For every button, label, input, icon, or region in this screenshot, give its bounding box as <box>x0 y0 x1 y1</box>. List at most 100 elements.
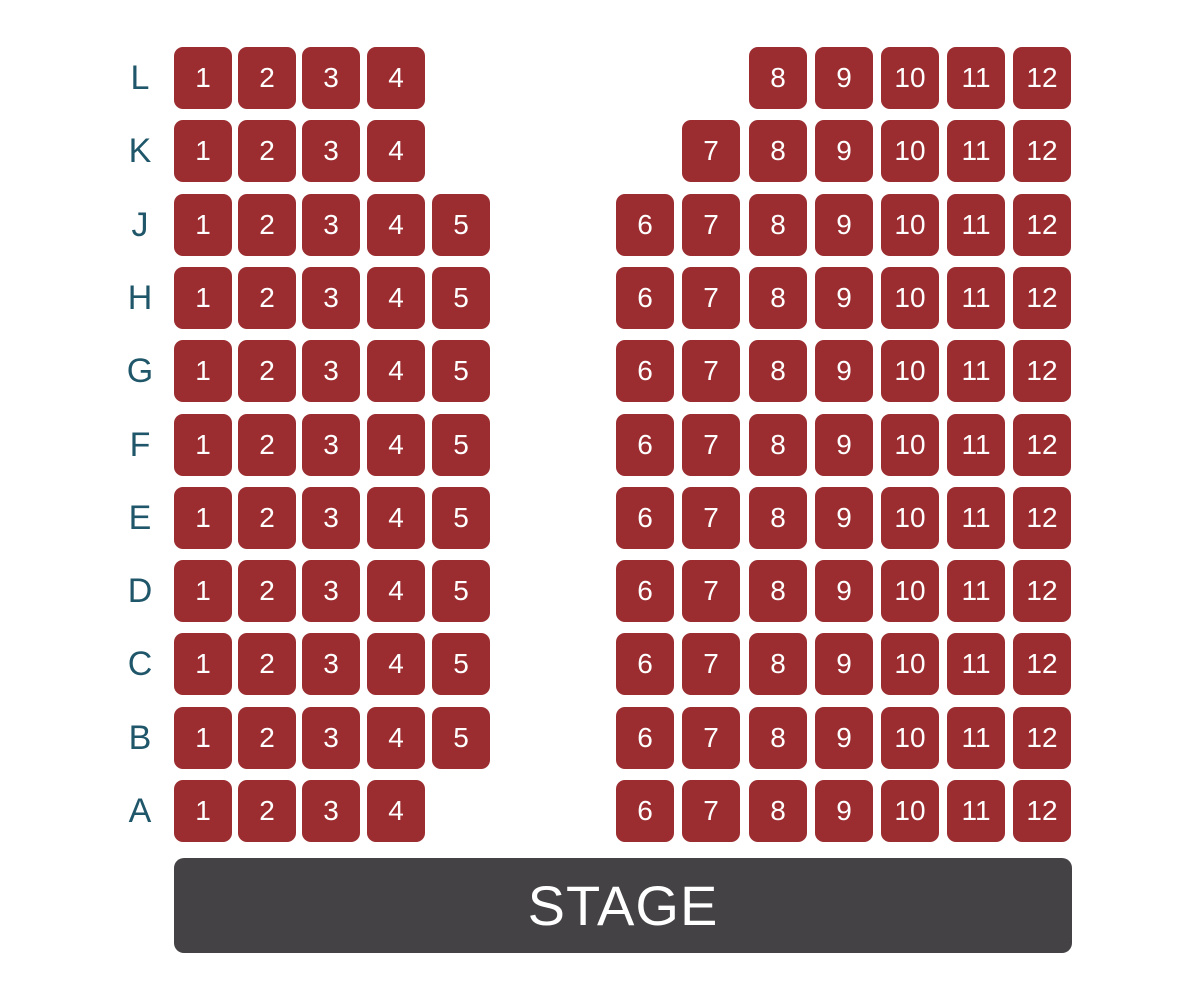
seat-a1[interactable]: 1 <box>174 780 232 842</box>
seat-h1[interactable]: 1 <box>174 267 232 329</box>
seat-f1[interactable]: 1 <box>174 414 232 476</box>
seat-g6[interactable]: 6 <box>616 340 674 402</box>
seat-h10[interactable]: 10 <box>881 267 939 329</box>
seat-h2[interactable]: 2 <box>238 267 296 329</box>
seat-k12[interactable]: 12 <box>1013 120 1071 182</box>
seat-e10[interactable]: 10 <box>881 487 939 549</box>
seat-f8[interactable]: 8 <box>749 414 807 476</box>
seat-j6[interactable]: 6 <box>616 194 674 256</box>
seat-f10[interactable]: 10 <box>881 414 939 476</box>
seat-c12[interactable]: 12 <box>1013 633 1071 695</box>
seat-a3[interactable]: 3 <box>302 780 360 842</box>
seat-k7[interactable]: 7 <box>682 120 740 182</box>
seat-g8[interactable]: 8 <box>749 340 807 402</box>
seat-b4[interactable]: 4 <box>367 707 425 769</box>
seat-g11[interactable]: 11 <box>947 340 1005 402</box>
seat-f11[interactable]: 11 <box>947 414 1005 476</box>
seat-l11[interactable]: 11 <box>947 47 1005 109</box>
seat-e8[interactable]: 8 <box>749 487 807 549</box>
seat-b10[interactable]: 10 <box>881 707 939 769</box>
seat-g1[interactable]: 1 <box>174 340 232 402</box>
seat-f4[interactable]: 4 <box>367 414 425 476</box>
seat-k9[interactable]: 9 <box>815 120 873 182</box>
seat-b7[interactable]: 7 <box>682 707 740 769</box>
seat-b6[interactable]: 6 <box>616 707 674 769</box>
seat-l3[interactable]: 3 <box>302 47 360 109</box>
seat-l1[interactable]: 1 <box>174 47 232 109</box>
seat-f7[interactable]: 7 <box>682 414 740 476</box>
seat-f5[interactable]: 5 <box>432 414 490 476</box>
seat-k3[interactable]: 3 <box>302 120 360 182</box>
seat-j11[interactable]: 11 <box>947 194 1005 256</box>
seat-e2[interactable]: 2 <box>238 487 296 549</box>
seat-a2[interactable]: 2 <box>238 780 296 842</box>
seat-b3[interactable]: 3 <box>302 707 360 769</box>
seat-l2[interactable]: 2 <box>238 47 296 109</box>
seat-a6[interactable]: 6 <box>616 780 674 842</box>
seat-c3[interactable]: 3 <box>302 633 360 695</box>
seat-j5[interactable]: 5 <box>432 194 490 256</box>
seat-k8[interactable]: 8 <box>749 120 807 182</box>
seat-a10[interactable]: 10 <box>881 780 939 842</box>
seat-d11[interactable]: 11 <box>947 560 1005 622</box>
seat-c1[interactable]: 1 <box>174 633 232 695</box>
seat-e7[interactable]: 7 <box>682 487 740 549</box>
seat-h3[interactable]: 3 <box>302 267 360 329</box>
seat-h5[interactable]: 5 <box>432 267 490 329</box>
seat-b5[interactable]: 5 <box>432 707 490 769</box>
seat-d9[interactable]: 9 <box>815 560 873 622</box>
seat-h11[interactable]: 11 <box>947 267 1005 329</box>
seat-l9[interactable]: 9 <box>815 47 873 109</box>
seat-d8[interactable]: 8 <box>749 560 807 622</box>
seat-a8[interactable]: 8 <box>749 780 807 842</box>
seat-b2[interactable]: 2 <box>238 707 296 769</box>
seat-h9[interactable]: 9 <box>815 267 873 329</box>
seat-k4[interactable]: 4 <box>367 120 425 182</box>
seat-j8[interactable]: 8 <box>749 194 807 256</box>
seat-b11[interactable]: 11 <box>947 707 1005 769</box>
seat-j1[interactable]: 1 <box>174 194 232 256</box>
seat-k1[interactable]: 1 <box>174 120 232 182</box>
seat-g9[interactable]: 9 <box>815 340 873 402</box>
seat-g2[interactable]: 2 <box>238 340 296 402</box>
seat-f12[interactable]: 12 <box>1013 414 1071 476</box>
seat-g4[interactable]: 4 <box>367 340 425 402</box>
seat-f2[interactable]: 2 <box>238 414 296 476</box>
seat-d10[interactable]: 10 <box>881 560 939 622</box>
seat-d7[interactable]: 7 <box>682 560 740 622</box>
seat-g3[interactable]: 3 <box>302 340 360 402</box>
seat-e3[interactable]: 3 <box>302 487 360 549</box>
seat-a7[interactable]: 7 <box>682 780 740 842</box>
seat-h7[interactable]: 7 <box>682 267 740 329</box>
seat-c8[interactable]: 8 <box>749 633 807 695</box>
seat-d5[interactable]: 5 <box>432 560 490 622</box>
seat-h6[interactable]: 6 <box>616 267 674 329</box>
seat-e4[interactable]: 4 <box>367 487 425 549</box>
seat-e9[interactable]: 9 <box>815 487 873 549</box>
seat-j7[interactable]: 7 <box>682 194 740 256</box>
seat-b8[interactable]: 8 <box>749 707 807 769</box>
seat-k2[interactable]: 2 <box>238 120 296 182</box>
seat-a12[interactable]: 12 <box>1013 780 1071 842</box>
seat-d2[interactable]: 2 <box>238 560 296 622</box>
seat-j4[interactable]: 4 <box>367 194 425 256</box>
seat-e1[interactable]: 1 <box>174 487 232 549</box>
seat-g5[interactable]: 5 <box>432 340 490 402</box>
seat-l8[interactable]: 8 <box>749 47 807 109</box>
seat-k11[interactable]: 11 <box>947 120 1005 182</box>
seat-d3[interactable]: 3 <box>302 560 360 622</box>
seat-g12[interactable]: 12 <box>1013 340 1071 402</box>
seat-j3[interactable]: 3 <box>302 194 360 256</box>
seat-j2[interactable]: 2 <box>238 194 296 256</box>
seat-c5[interactable]: 5 <box>432 633 490 695</box>
seat-e6[interactable]: 6 <box>616 487 674 549</box>
seat-c4[interactable]: 4 <box>367 633 425 695</box>
seat-b9[interactable]: 9 <box>815 707 873 769</box>
seat-d6[interactable]: 6 <box>616 560 674 622</box>
seat-g10[interactable]: 10 <box>881 340 939 402</box>
seat-f3[interactable]: 3 <box>302 414 360 476</box>
seat-d12[interactable]: 12 <box>1013 560 1071 622</box>
seat-a4[interactable]: 4 <box>367 780 425 842</box>
seat-l4[interactable]: 4 <box>367 47 425 109</box>
seat-f6[interactable]: 6 <box>616 414 674 476</box>
